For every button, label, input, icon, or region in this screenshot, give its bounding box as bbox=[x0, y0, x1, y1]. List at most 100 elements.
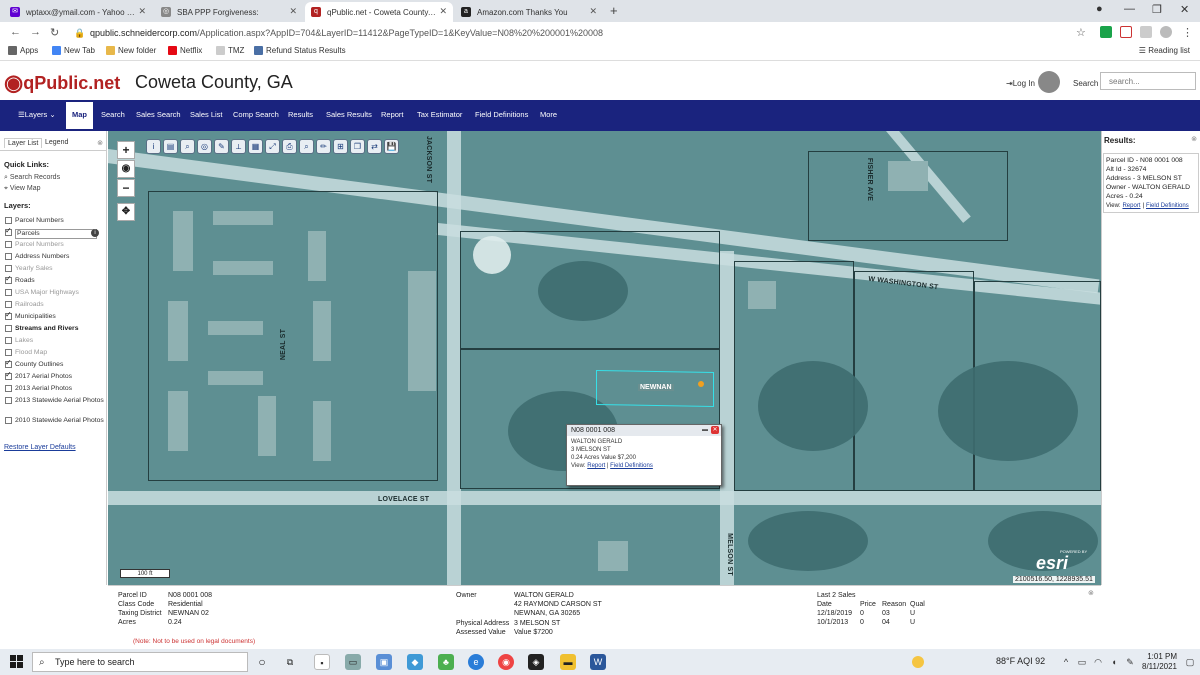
tab-search-icon[interactable]: ● bbox=[1096, 3, 1103, 15]
layer-item[interactable]: Parcelsi bbox=[5, 227, 105, 239]
close-icon[interactable]: ✕ bbox=[589, 6, 597, 17]
print-map-icon[interactable]: ▦ bbox=[248, 139, 263, 154]
close-icon[interactable]: ✕ bbox=[289, 6, 297, 17]
restore-layer-defaults-link[interactable]: Restore Layer Defaults bbox=[4, 444, 76, 451]
close-icon[interactable]: ✕ bbox=[138, 6, 146, 17]
layer-checkbox[interactable] bbox=[5, 337, 12, 344]
nav-sales-list[interactable]: Sales List bbox=[190, 110, 223, 119]
report-link[interactable]: Report bbox=[1122, 203, 1140, 209]
layer-checkbox[interactable] bbox=[5, 359, 12, 368]
map-export-icon[interactable]: ⤢ bbox=[265, 139, 280, 154]
layer-checkbox[interactable] bbox=[5, 289, 12, 296]
layer-checkbox[interactable] bbox=[5, 241, 12, 248]
pan-tool-button[interactable]: ✥ bbox=[117, 203, 135, 221]
folder-icon[interactable]: ▬ bbox=[560, 654, 576, 670]
word-icon[interactable]: W bbox=[590, 654, 606, 670]
close-icon[interactable]: ⊗ bbox=[1191, 135, 1197, 143]
nav-comp-search[interactable]: Comp Search bbox=[233, 110, 279, 119]
layer-item[interactable]: Parcel Numbers bbox=[5, 217, 105, 225]
layer-item[interactable]: Parcel Numbers bbox=[5, 241, 105, 249]
reading-list[interactable]: ☰ Reading list bbox=[1139, 46, 1190, 55]
chrome-icon[interactable]: ◉ bbox=[498, 654, 514, 670]
app-icon[interactable]: ◈ bbox=[528, 654, 544, 670]
wifi-icon[interactable]: ◠ bbox=[1090, 654, 1106, 670]
site-search-input[interactable] bbox=[1100, 72, 1196, 90]
minimize-icon[interactable]: ▬ bbox=[702, 427, 708, 433]
nav-tax-estimator[interactable]: Tax Estimator bbox=[417, 110, 462, 119]
close-icon[interactable]: ⊗ bbox=[97, 139, 103, 147]
tab-yahoo-mail[interactable]: ✉ wptaxx@ymail.com - Yahoo Mail ✕ bbox=[4, 2, 152, 22]
bookmark-new-tab[interactable]: New Tab bbox=[52, 46, 95, 55]
address-bar[interactable]: 🔒 qpublic.schneidercorp.com/Application.… bbox=[72, 25, 1072, 41]
draw-icon[interactable]: ✎ bbox=[214, 139, 229, 154]
window-close-icon[interactable]: ✕ bbox=[1180, 3, 1189, 16]
layer-item[interactable]: 2013 Statewide Aerial Photos bbox=[5, 397, 105, 405]
close-icon[interactable]: ✕ bbox=[711, 426, 719, 434]
layers-tool-icon[interactable]: ▤ bbox=[163, 139, 178, 154]
tab-amazon[interactable]: a Amazon.com Thanks You ✕ bbox=[455, 2, 603, 22]
layer-item[interactable]: County Outlines bbox=[5, 359, 105, 369]
bookmark-apps[interactable]: Apps bbox=[8, 46, 38, 55]
network-icon[interactable]: ▭ bbox=[1074, 654, 1090, 670]
layer-checkbox[interactable] bbox=[5, 397, 12, 404]
nav-sales-search[interactable]: Sales Search bbox=[136, 110, 181, 119]
print-icon[interactable]: ⎙ bbox=[282, 139, 297, 154]
parcel-marker-icon[interactable] bbox=[698, 381, 704, 387]
close-icon[interactable]: ⊗ bbox=[1088, 589, 1094, 597]
nav-report[interactable]: Report bbox=[381, 110, 404, 119]
nav-map[interactable]: Map bbox=[66, 102, 93, 129]
layer-item[interactable]: Lakes bbox=[5, 337, 105, 345]
nav-results[interactable]: Results bbox=[288, 110, 313, 119]
tab-qpublic[interactable]: q qPublic.net - Coweta County, GA ✕ bbox=[305, 2, 453, 22]
tab-legend[interactable]: Legend bbox=[45, 139, 68, 146]
copy-icon[interactable]: ❐ bbox=[350, 139, 365, 154]
layer-item[interactable]: Roads bbox=[5, 275, 105, 285]
reload-icon[interactable]: ↻ bbox=[50, 26, 59, 39]
volume-icon[interactable]: ◖ bbox=[1106, 654, 1122, 670]
profile-icon[interactable] bbox=[1160, 26, 1172, 38]
bookmark-netflix[interactable]: Netflix bbox=[168, 46, 202, 55]
minimize-icon[interactable]: — bbox=[1124, 3, 1135, 15]
cortana-icon[interactable]: ○ bbox=[254, 654, 270, 670]
globe-home-button[interactable]: ◉ bbox=[117, 160, 135, 178]
bookmark-refund[interactable]: Refund Status Results bbox=[254, 46, 346, 55]
app-icon[interactable]: ♣ bbox=[438, 654, 454, 670]
layer-item[interactable]: Flood Map bbox=[5, 349, 105, 357]
extension-icon[interactable] bbox=[1120, 26, 1132, 38]
identify-icon[interactable]: i bbox=[146, 139, 161, 154]
weather-icon[interactable] bbox=[912, 656, 924, 668]
notifications-icon[interactable]: ▢ bbox=[1182, 654, 1198, 670]
quick-link-view-map[interactable]: ⌖ View Map bbox=[4, 185, 41, 193]
puzzle-icon[interactable] bbox=[1140, 26, 1152, 38]
search-tool-icon[interactable]: ⌕ bbox=[299, 139, 314, 154]
weather-text[interactable]: 88°F AQI 92 bbox=[996, 656, 1045, 666]
layer-item[interactable]: 2013 Aerial Photos bbox=[5, 385, 105, 393]
maximize-icon[interactable]: ❐ bbox=[1152, 3, 1162, 16]
bookmark-tmz[interactable]: TMZ bbox=[216, 46, 244, 55]
task-view-icon[interactable]: ⧉ bbox=[282, 654, 298, 670]
info-icon[interactable]: i bbox=[91, 229, 99, 237]
app-icon[interactable]: ◆ bbox=[407, 654, 423, 670]
nav-more[interactable]: More bbox=[540, 110, 557, 119]
layer-checkbox[interactable] bbox=[5, 349, 12, 356]
parcel-popup[interactable]: N08 0001 008 ▬ ✕ WALTON GERALD 3 MELSON … bbox=[566, 424, 722, 486]
star-icon[interactable]: ☆ bbox=[1076, 26, 1086, 39]
layer-item[interactable]: Address Numbers bbox=[5, 253, 105, 261]
layer-item[interactable]: 2010 Statewide Aerial Photos bbox=[5, 417, 105, 425]
bookmark-new-folder[interactable]: New folder bbox=[106, 46, 156, 55]
layer-item[interactable]: Municipalities bbox=[5, 311, 105, 321]
field-definitions-link[interactable]: Field Definitions bbox=[1146, 203, 1189, 209]
layer-item[interactable]: Railroads bbox=[5, 301, 105, 309]
clock[interactable]: 1:01 PM 8/11/2021 bbox=[1142, 652, 1177, 672]
layer-checkbox[interactable] bbox=[5, 301, 12, 308]
close-icon[interactable]: ✕ bbox=[439, 6, 447, 17]
layer-checkbox[interactable] bbox=[5, 253, 12, 260]
pen-icon[interactable]: ✎ bbox=[1122, 654, 1138, 670]
result-card[interactable]: Parcel ID - N08 0001 008 Alt Id - 32674 … bbox=[1103, 153, 1199, 213]
nav-field-definitions[interactable]: Field Definitions bbox=[475, 110, 528, 119]
edge-icon[interactable]: e bbox=[468, 654, 484, 670]
share-icon[interactable]: ⇄ bbox=[367, 139, 382, 154]
map-view[interactable]: W WASHINGTON ST LOVELACE ST MELSON ST NE… bbox=[108, 131, 1101, 585]
menu-dots-icon[interactable]: ⋮ bbox=[1182, 26, 1193, 39]
login-link[interactable]: ⇥Log In bbox=[1006, 79, 1035, 88]
